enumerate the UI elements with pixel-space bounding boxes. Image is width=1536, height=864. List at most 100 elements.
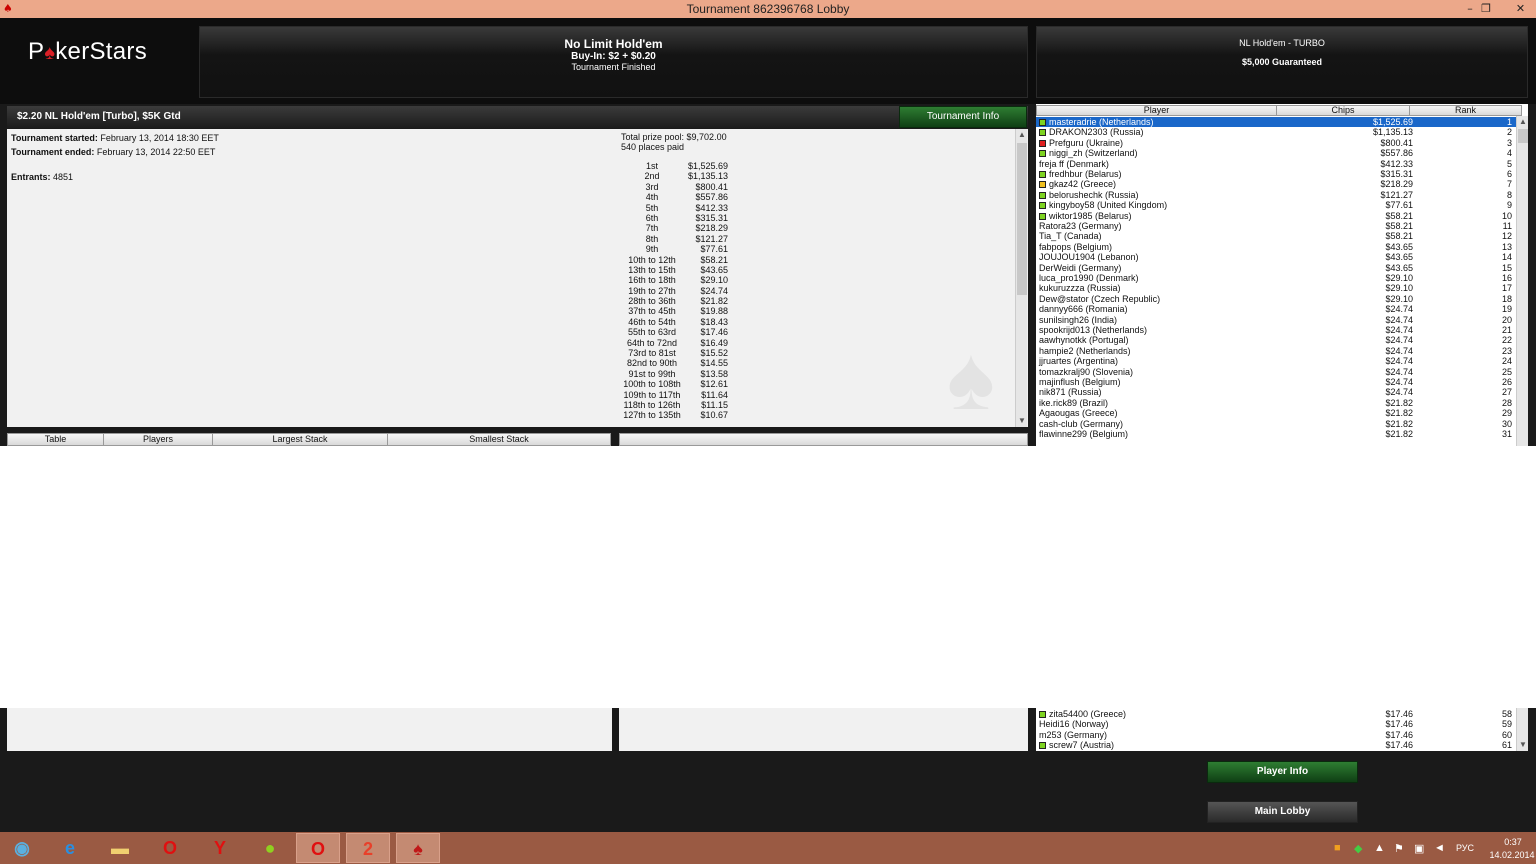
scroll-down-icon[interactable]: ▼ bbox=[1016, 415, 1028, 427]
close-button[interactable]: ✕ bbox=[1505, 0, 1536, 18]
player-list-bottom[interactable]: zita54400 (Greece) $17.46 58 Heidi16 (Norwa… bbox=[1036, 708, 1528, 751]
col-chips[interactable]: Chips bbox=[1276, 105, 1410, 116]
player-row[interactable]: jjruartes (Argentina) $24.74 24 bbox=[1036, 356, 1516, 366]
player-row[interactable]: flawinne299 (Belgium) $21.82 31 bbox=[1036, 429, 1516, 439]
player-scroll-thumb[interactable] bbox=[1518, 129, 1528, 143]
player-row[interactable]: majinflush (Belgium) $24.74 26 bbox=[1036, 377, 1516, 387]
player-row[interactable]: niggi_zh (Switzerland) $557.86 4 bbox=[1036, 148, 1516, 158]
player-rank: 58 bbox=[1501, 709, 1512, 719]
tray-flag-icon[interactable]: ⚑ bbox=[1394, 842, 1404, 855]
prize-amount: $15.52 bbox=[700, 348, 728, 359]
tray-nvidia-icon[interactable]: ◆ bbox=[1354, 842, 1362, 855]
player-row[interactable]: cash-club (Germany) $21.82 30 bbox=[1036, 419, 1516, 429]
tournament-info-button[interactable]: Tournament Info bbox=[899, 106, 1027, 128]
col-rank[interactable]: Rank bbox=[1409, 105, 1522, 116]
app-2-icon[interactable]: 2 bbox=[346, 833, 390, 863]
player-name: dannyy666 (Romania) bbox=[1039, 304, 1128, 314]
player-chips: $21.82 bbox=[1385, 397, 1413, 408]
player-row[interactable]: DerWeidi (Germany) $43.65 15 bbox=[1036, 263, 1516, 273]
pokerstars-taskbar-icon[interactable]: ♠ bbox=[396, 833, 440, 863]
col-smallest-stack[interactable]: Smallest Stack bbox=[387, 433, 611, 446]
player-row[interactable]: screw7 (Austria) $17.46 61 bbox=[1036, 740, 1516, 750]
tray-volume-icon[interactable]: ◄ bbox=[1434, 842, 1445, 854]
window-titlebar[interactable]: ♠ Tournament 862396768 Lobby – ❐ ✕ bbox=[0, 0, 1536, 18]
tray-network-icon[interactable]: ▣ bbox=[1414, 842, 1424, 855]
player-scroll-up-icon[interactable]: ▲ bbox=[1517, 116, 1528, 128]
player-chips: $24.74 bbox=[1385, 377, 1413, 387]
player-row[interactable]: sunilsingh26 (India) $24.74 20 bbox=[1036, 315, 1516, 325]
player-row[interactable]: spookrijd013 (Netherlands) $24.74 21 bbox=[1036, 325, 1516, 335]
player-row[interactable]: m253 (Germany) $17.46 60 bbox=[1036, 730, 1516, 740]
player-name-text: ike.rick89 (Brazil) bbox=[1039, 397, 1109, 408]
player-row[interactable]: Tia_T (Canada) $58.21 12 bbox=[1036, 231, 1516, 241]
prize-amount: $800.41 bbox=[695, 181, 728, 192]
opera-active-icon[interactable]: O bbox=[296, 833, 340, 863]
player-row[interactable]: DRAKON2303 (Russia) $1,135.13 2 bbox=[1036, 127, 1516, 137]
file-explorer-icon[interactable]: ▬ bbox=[98, 833, 142, 863]
col-table[interactable]: Table bbox=[7, 433, 104, 446]
player-list[interactable]: Player Chips Rank masteradrie (Netherlan… bbox=[1036, 104, 1528, 446]
prize-amount: $1,525.69 bbox=[687, 161, 728, 171]
player-chips: $29.10 bbox=[1385, 283, 1413, 294]
player-row[interactable]: fabpops (Belgium) $43.65 13 bbox=[1036, 242, 1516, 252]
player-scroll-down-icon[interactable]: ▼ bbox=[1517, 739, 1528, 751]
player-name-text: m253 (Germany) bbox=[1039, 729, 1108, 740]
player-info-button[interactable]: Player Info bbox=[1207, 761, 1358, 783]
player-row[interactable]: masteradrie (Netherlands) $1,525.69 1 bbox=[1036, 117, 1516, 128]
player-row[interactable]: belorushechk (Russia) $121.27 8 bbox=[1036, 190, 1516, 200]
opera-icon[interactable]: O bbox=[148, 833, 192, 863]
player-row[interactable]: JOUJOU1904 (Lebanon) $43.65 14 bbox=[1036, 252, 1516, 262]
prize-amount: $11.15 bbox=[701, 399, 728, 410]
player-row[interactable]: dannyy666 (Romania) $24.74 19 bbox=[1036, 304, 1516, 314]
prize-row: 127th to 135th $10.67 bbox=[620, 410, 740, 420]
prize-amount: $58.21 bbox=[700, 254, 728, 265]
tray-date[interactable]: 14.02.2014 bbox=[1488, 850, 1536, 860]
player-row[interactable]: Dew@stator (Czech Republic) $29.10 18 bbox=[1036, 294, 1516, 304]
player-row[interactable]: Ratora23 (Germany) $58.21 11 bbox=[1036, 221, 1516, 231]
scroll-thumb[interactable] bbox=[1017, 143, 1027, 295]
player-row[interactable]: gkaz42 (Greece) $218.29 7 bbox=[1036, 179, 1516, 189]
col-player[interactable]: Player bbox=[1036, 105, 1277, 116]
col-players[interactable]: Players bbox=[103, 433, 213, 446]
player-chips: $800.41 bbox=[1380, 137, 1413, 148]
player-row[interactable]: fredhbur (Belarus) $315.31 6 bbox=[1036, 169, 1516, 179]
internet-explorer-icon[interactable]: e bbox=[48, 833, 92, 863]
browser-globe-icon[interactable]: ● bbox=[248, 833, 292, 863]
player-row[interactable]: kukuruzzza (Russia) $29.10 17 bbox=[1036, 283, 1516, 293]
prize-row: 7th $218.29 bbox=[620, 223, 740, 233]
main-lobby-button[interactable]: Main Lobby bbox=[1207, 801, 1358, 823]
restore-button[interactable]: ❐ bbox=[1473, 0, 1499, 18]
player-scrollbar-bottom[interactable]: ▼ bbox=[1516, 708, 1528, 751]
scroll-up-icon[interactable]: ▲ bbox=[1016, 129, 1028, 141]
player-row[interactable]: nik871 (Russia) $24.74 27 bbox=[1036, 387, 1516, 397]
player-scrollbar[interactable]: ▲ bbox=[1516, 116, 1528, 446]
tray-language[interactable]: РУС bbox=[1456, 843, 1474, 853]
player-name: aawhynotkk (Portugal) bbox=[1039, 335, 1129, 345]
player-row[interactable]: Heidi16 (Norway) $17.46 59 bbox=[1036, 719, 1516, 729]
player-chips: $17.46 bbox=[1385, 729, 1413, 740]
player-row[interactable]: wiktor1985 (Belarus) $58.21 10 bbox=[1036, 211, 1516, 221]
col-largest-stack[interactable]: Largest Stack bbox=[212, 433, 388, 446]
player-rank: 17 bbox=[1501, 283, 1512, 294]
player-row[interactable]: ike.rick89 (Brazil) $21.82 28 bbox=[1036, 398, 1516, 408]
player-row[interactable]: zita54400 (Greece) $17.46 58 bbox=[1036, 709, 1516, 719]
tray-expand-icon[interactable]: ▲ bbox=[1374, 842, 1385, 854]
info-scrollbar[interactable]: ▲ ▼ bbox=[1015, 129, 1027, 427]
player-row[interactable]: tomazkralj90 (Slovenia) $24.74 25 bbox=[1036, 367, 1516, 377]
status-flag-icon bbox=[1039, 119, 1046, 126]
player-name-text: sunilsingh26 (India) bbox=[1039, 314, 1118, 325]
yandex-browser-icon[interactable]: Y bbox=[198, 833, 242, 863]
start-button-icon[interactable]: ◉ bbox=[0, 833, 44, 863]
table-players-header bbox=[619, 433, 1028, 446]
player-row[interactable]: Agaougas (Greece) $21.82 29 bbox=[1036, 408, 1516, 418]
player-row[interactable]: luca_pro1990 (Denmark) $29.10 16 bbox=[1036, 273, 1516, 283]
tray-app-icon[interactable]: ■ bbox=[1334, 842, 1341, 854]
player-row[interactable]: freja ff (Denmark) $412.33 5 bbox=[1036, 159, 1516, 169]
tray-time[interactable]: 0:37 bbox=[1498, 837, 1528, 847]
player-name: hampie2 (Netherlands) bbox=[1039, 346, 1131, 356]
player-row[interactable]: Prefguru (Ukraine) $800.41 3 bbox=[1036, 138, 1516, 148]
player-row[interactable]: kingyboy58 (United Kingdom) $77.61 9 bbox=[1036, 200, 1516, 210]
player-row[interactable]: aawhynotkk (Portugal) $24.74 22 bbox=[1036, 335, 1516, 345]
prize-place: 100th to 108th bbox=[623, 379, 681, 390]
player-row[interactable]: hampie2 (Netherlands) $24.74 23 bbox=[1036, 346, 1516, 356]
